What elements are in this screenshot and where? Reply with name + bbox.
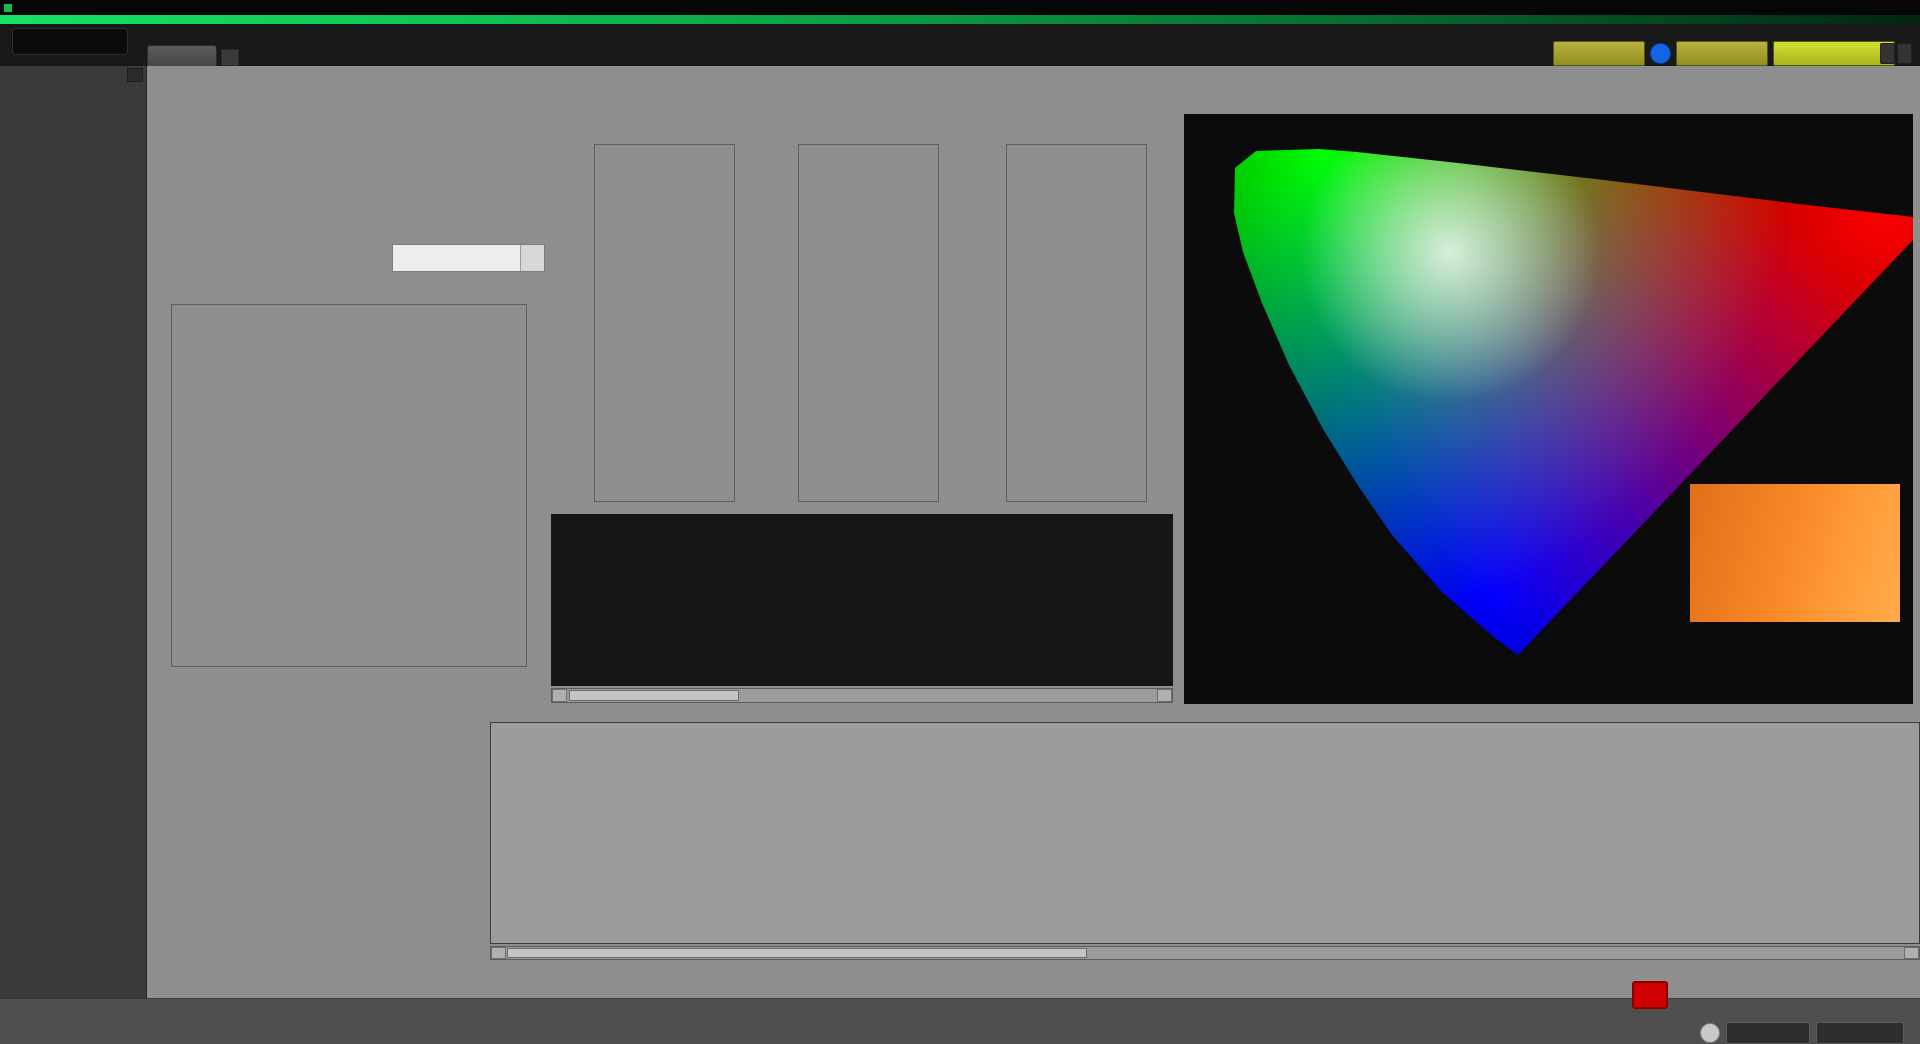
cie-zoom-inset — [1690, 484, 1900, 622]
delta-h-chart — [1006, 144, 1147, 502]
current-xy — [166, 852, 242, 875]
de-formula-dropdown[interactable] — [392, 244, 545, 272]
meter-dropdown[interactable] — [1553, 41, 1645, 66]
chevron-down-icon — [520, 245, 544, 271]
delta-l-chart — [594, 144, 735, 502]
patch-swatch-panel — [551, 514, 1173, 686]
table-scrollbar[interactable] — [490, 946, 1920, 960]
scroll-left-icon[interactable] — [491, 947, 506, 959]
settings-gear-button[interactable] — [1700, 1023, 1720, 1043]
delta-c-chart — [798, 144, 939, 502]
settings-gear-button[interactable] — [1897, 43, 1912, 64]
scrollbar-thumb[interactable] — [569, 690, 739, 701]
reading-count-badge[interactable] — [1650, 43, 1671, 64]
scroll-right-icon[interactable] — [1157, 689, 1172, 702]
calman-logo-menu[interactable] — [12, 28, 128, 55]
scroll-right-icon[interactable] — [1904, 947, 1919, 959]
title-bar — [0, 0, 1920, 15]
deltae-x-axis — [171, 672, 527, 688]
cie-diagram-panel — [1184, 114, 1913, 704]
next-button[interactable] — [1816, 1022, 1904, 1044]
tab-history-1[interactable] — [147, 45, 217, 66]
sidebar — [0, 66, 147, 998]
source-dropdown[interactable] — [1676, 41, 1768, 66]
results-table — [490, 722, 1920, 944]
header-band — [0, 24, 1920, 66]
add-tab-button[interactable] — [221, 49, 239, 66]
accent-gradient-bar — [0, 15, 1920, 24]
swatch-scrollbar[interactable] — [551, 688, 1173, 703]
display-control-dropdown[interactable] — [1773, 41, 1895, 66]
scroll-left-icon[interactable] — [552, 689, 567, 702]
app-icon — [4, 3, 12, 12]
layout-icon-button[interactable] — [1880, 43, 1895, 64]
notebookcheck-logo-icon — [1632, 981, 1668, 1009]
notebookcheck-watermark — [1632, 976, 1674, 1014]
sidebar-collapse-button[interactable] — [127, 68, 143, 82]
scrollbar-thumb[interactable] — [507, 948, 1087, 958]
calman-window — [0, 0, 1920, 1044]
back-button[interactable] — [1726, 1022, 1810, 1044]
deltae-bar-chart — [171, 304, 527, 667]
